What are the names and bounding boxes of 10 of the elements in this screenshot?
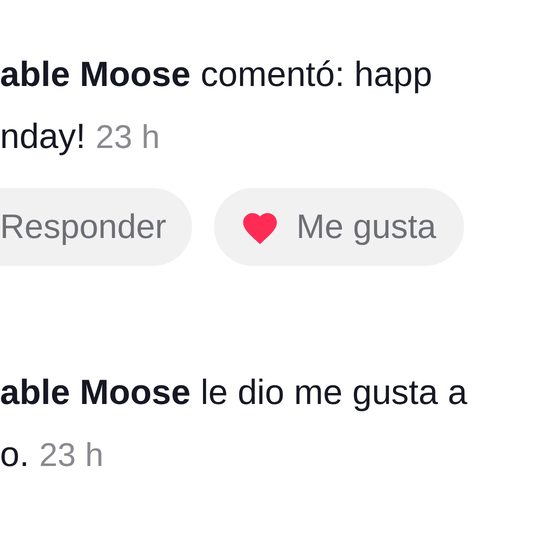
user-name[interactable]: able Moose [0, 44, 191, 106]
notification-text: comentó: happ [200, 54, 432, 96]
notification-text: nday! [0, 116, 86, 158]
user-name[interactable]: able Moose [0, 362, 191, 424]
timestamp: 23 h [39, 435, 104, 475]
like-button[interactable]: Me gusta [214, 188, 464, 266]
notification-text: o. [0, 434, 30, 476]
notification-text: le dio me gusta a [200, 372, 468, 414]
timestamp: 23 h [96, 117, 160, 157]
reply-button[interactable]: Responder [0, 188, 192, 266]
